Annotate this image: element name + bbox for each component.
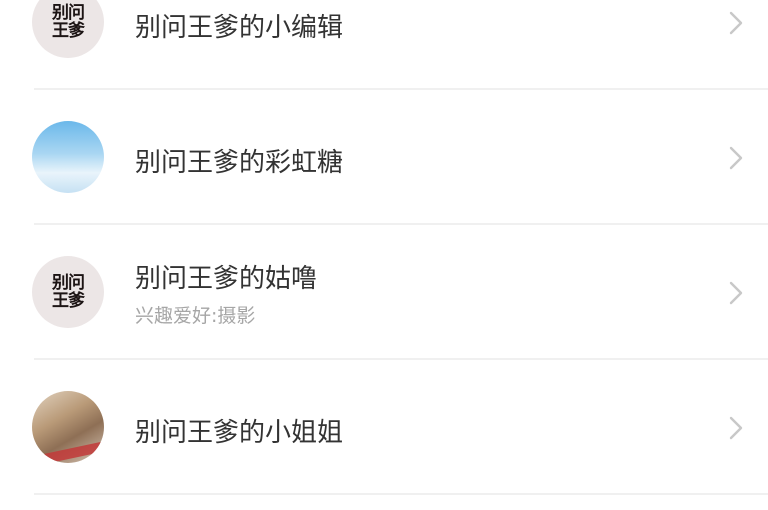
chevron-right-icon [729, 11, 743, 35]
list-item-4[interactable]: 别问王爹的小姐姐 [0, 360, 768, 495]
avatar-logo-line-1: 别问 [52, 273, 85, 293]
chevron-right-icon [729, 146, 743, 170]
avatar-logo-line-1: 别问 [52, 3, 85, 23]
avatar: 别问 王爹 [32, 256, 104, 328]
avatar [32, 391, 104, 463]
list-item-3[interactable]: 别问 王爹 别问王爹的姑噜 兴趣爱好:摄影 [0, 225, 768, 360]
avatar-photo-stripe [32, 441, 104, 463]
divider [34, 493, 768, 495]
item-title: 别问王爹的彩虹糖 [135, 148, 344, 178]
avatar [32, 121, 104, 193]
avatar: 别问 王爹 [32, 0, 104, 58]
avatar-logo-line-2: 王爹 [52, 21, 85, 41]
chevron-right-icon [729, 416, 743, 440]
item-title: 别问王爹的小编辑 [135, 13, 344, 43]
channel-list: 别问 王爹 别问王爹的小编辑 别问王爹的彩虹糖 别问 王爹 别问王爹的姑噜 兴趣… [0, 0, 768, 510]
item-subtitle: 兴趣爱好:摄影 [135, 305, 256, 327]
avatar-logo-line-2: 王爹 [52, 291, 85, 311]
item-title: 别问王爹的小姐姐 [135, 418, 344, 448]
chevron-right-icon [729, 281, 743, 305]
item-title: 别问王爹的姑噜 [135, 264, 318, 294]
list-item-1[interactable]: 别问 王爹 别问王爹的小编辑 [0, 0, 768, 90]
list-item-2[interactable]: 别问王爹的彩虹糖 [0, 90, 768, 225]
